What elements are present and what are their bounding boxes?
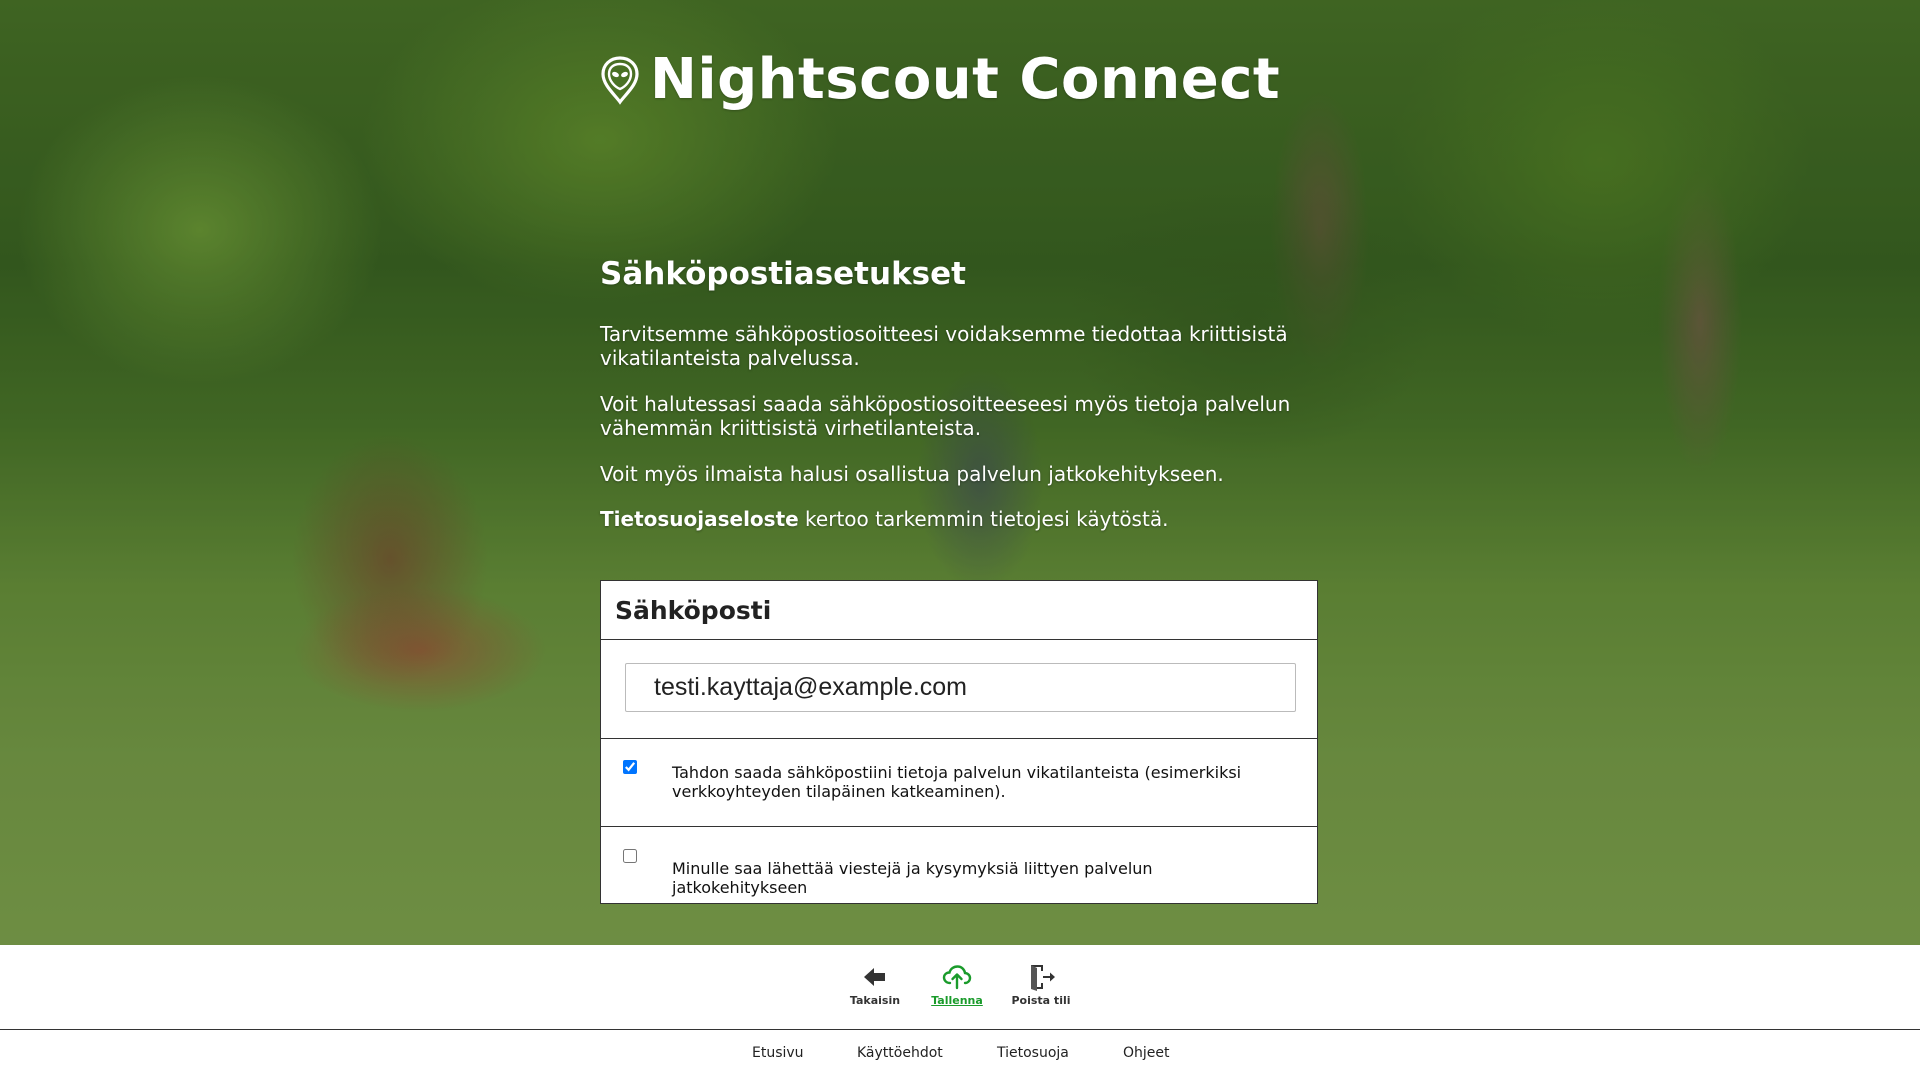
outage-notifications-checkbox[interactable]	[623, 760, 637, 774]
option-development-messages: Minulle saa lähettää viestejä ja kysymyk…	[601, 827, 1317, 903]
alien-map-pin-icon	[601, 56, 639, 105]
development-messages-label[interactable]: Minulle saa lähettää viestejä ja kysymyk…	[672, 859, 1282, 897]
outage-notifications-label[interactable]: Tahdon saada sähköpostiini tietoja palve…	[672, 763, 1282, 801]
save-button[interactable]: Tallenna	[917, 963, 997, 1007]
footer-link-help[interactable]: Ohjeet	[1123, 1045, 1170, 1061]
intro-paragraph-3: Voit myös ilmaista halusi osallistua pal…	[600, 462, 1224, 486]
app-title: Nightscout Connect	[650, 47, 1281, 112]
footer-link-home[interactable]: Etusivu	[752, 1045, 804, 1061]
card-title: Sähköposti	[601, 581, 1317, 640]
delete-account-label: Poista tili	[1011, 994, 1071, 1007]
development-messages-checkbox[interactable]	[623, 849, 637, 863]
intro-paragraph-2: Voit halutessasi saada sähköpostiosoitte…	[600, 392, 1291, 440]
back-button[interactable]: Takaisin	[835, 963, 915, 1007]
page-title: Sähköpostiasetukset	[600, 256, 966, 292]
brand: Nightscout Connect	[600, 52, 1280, 108]
email-section	[601, 640, 1317, 739]
action-toolbar: Takaisin Tallenna Poista tili	[0, 945, 1920, 1030]
email-settings-card: Sähköposti Tahdon saada sähköpostiini ti…	[600, 580, 1318, 904]
footer-link-terms[interactable]: Käyttöehdot	[857, 1045, 943, 1061]
privacy-policy-link[interactable]: Tietosuojaseloste	[600, 507, 799, 531]
cloud-upload-icon	[942, 965, 972, 990]
intro-paragraph-1: Tarvitsemme sähköpostiosoitteesi voidaks…	[600, 322, 1288, 370]
arrow-left-icon	[864, 968, 885, 986]
footer-link-privacy[interactable]: Tietosuoja	[997, 1045, 1069, 1061]
save-label: Tallenna	[931, 994, 983, 1007]
exit-door-icon	[1031, 965, 1055, 991]
footer-nav: Etusivu Käyttöehdot Tietosuoja Ohjeet	[0, 1030, 1920, 1080]
delete-account-button[interactable]: Poista tili	[1001, 963, 1081, 1007]
intro-paragraph-4: Tietosuojaseloste kertoo tarkemmin tieto…	[600, 507, 1320, 531]
option-outage-notifications: Tahdon saada sähköpostiini tietoja palve…	[601, 739, 1317, 827]
back-label: Takaisin	[849, 994, 901, 1007]
privacy-policy-text: kertoo tarkemmin tietojesi käytöstä.	[798, 507, 1169, 531]
email-input[interactable]	[625, 663, 1296, 712]
